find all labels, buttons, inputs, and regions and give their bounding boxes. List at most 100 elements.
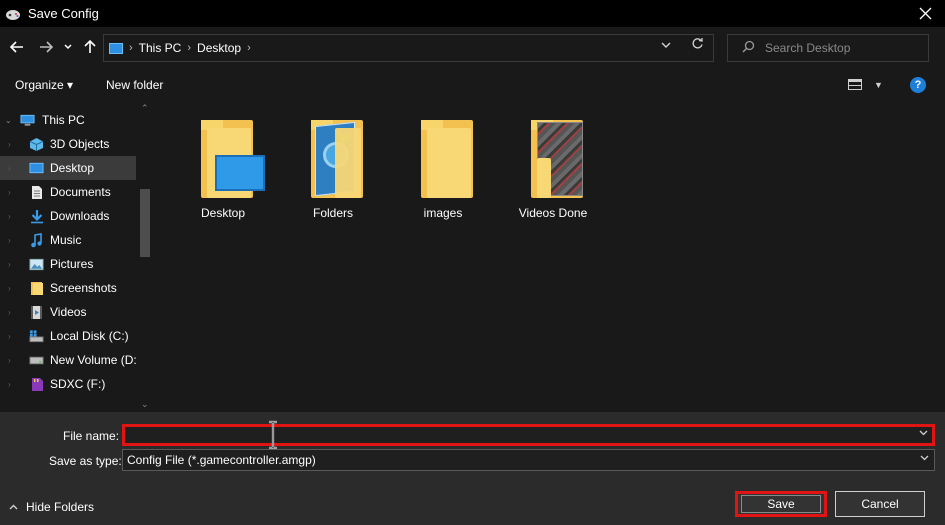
sidebar-item-label: New Volume (D: [50, 353, 137, 367]
address-history-chevron-icon[interactable] [661, 40, 671, 52]
change-view-button[interactable]: ▼ [848, 79, 883, 90]
expand-chevron-icon[interactable]: › [8, 260, 11, 269]
sidebar-item-3d-objects[interactable]: › 3D Objects [0, 132, 136, 156]
sidebar-item-label: Pictures [50, 257, 94, 271]
expand-chevron-icon[interactable]: › [8, 236, 11, 245]
title-bar: Save Config [0, 0, 945, 27]
chevron-down-icon: ▼ [874, 79, 883, 90]
refresh-icon[interactable] [691, 37, 704, 54]
pictures-icon [29, 257, 44, 271]
save-button[interactable]: Save [735, 491, 827, 517]
hide-folders-button[interactable]: Hide Folders [9, 500, 94, 514]
sidebar-item-pictures[interactable]: › Pictures [0, 252, 136, 276]
scrollbar-thumb[interactable] [140, 189, 150, 257]
expand-chevron-icon[interactable]: › [8, 188, 11, 197]
close-icon[interactable] [915, 3, 935, 23]
search-input[interactable] [765, 41, 925, 55]
file-name-label: File name: [63, 429, 120, 443]
collapse-chevron-icon[interactable]: ⌄ [5, 116, 12, 125]
expand-chevron-icon[interactable]: › [8, 380, 11, 389]
sidebar-item-desktop[interactable]: › Desktop [0, 156, 136, 180]
file-name-field[interactable] [122, 424, 935, 446]
pc-icon [109, 42, 123, 54]
expand-chevron-icon[interactable]: › [8, 212, 11, 221]
expand-chevron-icon[interactable]: › [8, 164, 11, 173]
document-icon [29, 185, 44, 199]
sidebar-item-label: Local Disk (C:) [50, 329, 129, 343]
sidebar-item-screenshots[interactable]: › Screenshots [0, 276, 136, 300]
expand-chevron-icon[interactable]: › [8, 140, 11, 149]
help-icon[interactable]: ? [910, 77, 926, 93]
expand-chevron-icon[interactable]: › [8, 332, 11, 341]
chevron-down-icon[interactable] [919, 428, 928, 439]
video-icon [29, 305, 44, 319]
sidebar-item-label: Videos [50, 305, 87, 319]
save-as-type-label: Save as type: [49, 454, 122, 468]
breadcrumb-separator-icon: › [129, 42, 133, 54]
search-icon [742, 40, 755, 56]
sidebar-item-label: Downloads [50, 209, 110, 223]
sidebar-item-label: This PC [42, 113, 85, 127]
sidebar-scrollbar[interactable]: ⌃ ⌄ [137, 101, 155, 412]
desktop-icon [29, 161, 44, 175]
sidebar-item-label: Desktop [50, 161, 95, 175]
save-button-label: Save [741, 495, 821, 513]
scroll-down-icon[interactable]: ⌄ [141, 399, 149, 410]
folder-icon [29, 281, 44, 295]
music-icon [29, 232, 44, 247]
sidebar-item-this-pc[interactable]: ⌄ This PC [0, 108, 136, 132]
window-title: Save Config [28, 6, 99, 21]
navigation-pane: ⌄ This PC › 3D Objects › Desktop › Docum… [0, 101, 155, 412]
file-item-desktop[interactable]: Desktop [173, 118, 273, 228]
file-item-label: Desktop [200, 206, 246, 220]
save-form: File name: Save as type: Config File (*.… [0, 412, 945, 525]
text-cursor-icon [268, 420, 278, 450]
sidebar-item-sdxc-f[interactable]: › SDXC (F:) [0, 372, 136, 396]
file-item-images[interactable]: images [393, 118, 493, 228]
sidebar-item-label: SDXC (F:) [50, 377, 106, 391]
breadcrumb-desktop[interactable]: Desktop [197, 41, 241, 55]
cube-icon [29, 137, 44, 151]
sidebar-item-label: 3D Objects [50, 137, 110, 151]
cancel-button[interactable]: Cancel [835, 491, 925, 517]
file-item-videos-done[interactable]: Videos Done [503, 118, 603, 228]
pc-icon [20, 113, 35, 127]
app-icon [4, 5, 22, 23]
breadcrumb-this-pc[interactable]: This PC [139, 41, 182, 55]
command-bar: Organize ▾ New folder ▼ [0, 69, 945, 101]
sidebar-item-local-disk-c[interactable]: › Local Disk (C:) [0, 324, 136, 348]
back-arrow-icon[interactable] [8, 36, 26, 58]
new-folder-button[interactable]: New folder [106, 78, 163, 92]
expand-chevron-icon[interactable]: › [8, 284, 11, 293]
scroll-up-icon[interactable]: ⌃ [141, 103, 149, 114]
sidebar-item-videos[interactable]: › Videos [0, 300, 136, 324]
address-bar[interactable]: › This PC › Desktop › [103, 34, 714, 62]
file-name-input[interactable] [125, 427, 905, 443]
save-as-type-select[interactable]: Config File (*.gamecontroller.amgp) [122, 449, 935, 471]
windows-drive-icon [29, 329, 44, 343]
sidebar-item-music[interactable]: › Music [0, 228, 136, 252]
organize-menu[interactable]: Organize ▾ [15, 78, 73, 92]
sd-card-icon [29, 377, 44, 391]
drive-icon [29, 353, 44, 367]
file-item-label: Folders [312, 206, 353, 220]
search-box[interactable] [727, 34, 929, 62]
sidebar-item-new-volume-d[interactable]: › New Volume (D: [0, 348, 137, 372]
view-list-icon [848, 79, 862, 90]
recent-locations-chevron-icon[interactable] [62, 36, 74, 58]
expand-chevron-icon[interactable]: › [8, 308, 11, 317]
file-item-label: images [423, 206, 463, 220]
file-list: Desktop Folders images Videos Done [155, 101, 945, 412]
forward-arrow-icon[interactable] [37, 36, 55, 58]
sidebar-item-documents[interactable]: › Documents [0, 180, 136, 204]
chevron-down-icon[interactable] [920, 453, 929, 464]
save-as-type-value: Config File (*.gamecontroller.amgp) [127, 453, 316, 467]
hide-folders-label: Hide Folders [26, 500, 95, 514]
file-item-folders[interactable]: Folders [283, 118, 383, 228]
download-icon [29, 209, 44, 223]
sidebar-item-label: Screenshots [50, 281, 117, 295]
breadcrumb-separator-icon[interactable]: › [247, 42, 251, 54]
up-arrow-icon[interactable] [82, 36, 98, 58]
expand-chevron-icon[interactable]: › [8, 356, 11, 365]
sidebar-item-downloads[interactable]: › Downloads [0, 204, 136, 228]
